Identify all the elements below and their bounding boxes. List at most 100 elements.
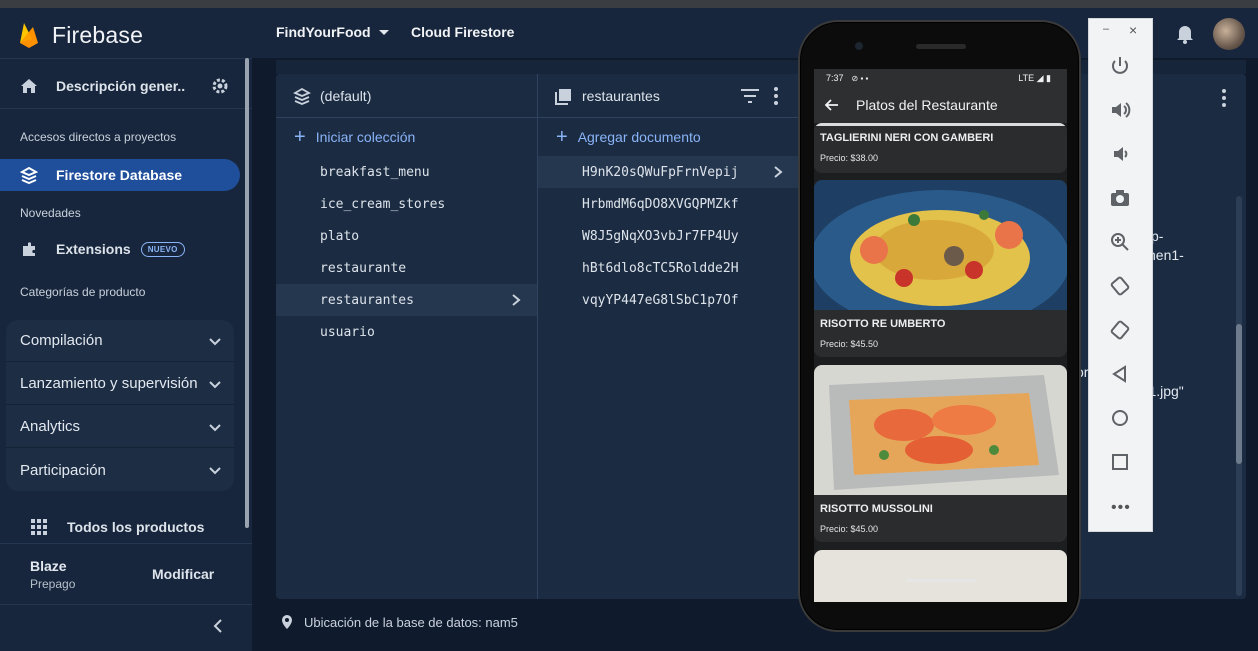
dish-photo [814, 180, 1067, 310]
collection-item-selected[interactable]: restaurantes [276, 284, 537, 316]
arrow-back-icon[interactable] [824, 97, 840, 113]
brand-name: Firebase [52, 21, 144, 48]
dish-name: RISOTTO RE UMBERTO [820, 318, 946, 330]
zoom-icon[interactable] [1109, 231, 1131, 253]
add-document-button[interactable]: + Agregar documento [556, 127, 701, 147]
database-icon [292, 87, 312, 105]
more-vert-icon[interactable] [1220, 88, 1228, 108]
document-item[interactable]: vqyYP447eG8lSbC1p7Of [538, 284, 799, 316]
sidebar-item-firestore[interactable]: Firestore Database [0, 159, 240, 191]
dish-image-edge [814, 123, 1067, 126]
dish-card[interactable]: RISOTTO MUSSOLINI Precio: $45.00 [814, 365, 1067, 542]
main-scrollbar[interactable] [1236, 196, 1242, 596]
more-options-button[interactable]: ••• [1111, 499, 1131, 517]
group-release[interactable]: Lanzamiento y supervisión [6, 363, 234, 405]
sidebar-scrollbar[interactable] [245, 58, 249, 528]
dish-price: Precio: $45.50 [820, 339, 879, 349]
filter-icon[interactable] [740, 88, 760, 104]
overview-square-icon[interactable] [1109, 451, 1131, 473]
database-location: Ubicación de la base de datos: nam5 [280, 614, 518, 630]
home-icon [21, 79, 37, 93]
dish-price: Precio: $38.00 [820, 153, 879, 163]
power-icon[interactable] [1109, 55, 1131, 77]
group-label: Participación [20, 461, 106, 479]
breadcrumb: Cloud Firestore [411, 24, 515, 40]
firebase-logo-icon [20, 23, 38, 48]
status-bar: 7:37 ⊘ ▪ ▪ LTE ◢ ▮ [814, 69, 1067, 87]
dish-name: TAGLIERINI NERI CON GAMBERI [820, 132, 994, 144]
project-selector[interactable]: FindYourFood [276, 24, 389, 40]
status-icons: ⊘ ▪ ▪ [851, 73, 869, 83]
start-collection-button[interactable]: + Iniciar colección [294, 127, 415, 147]
plan-info: Blaze Prepago [30, 558, 75, 591]
collection-item[interactable]: plato [276, 220, 537, 252]
field-value-partial: nen1- [1148, 247, 1184, 263]
dish-card[interactable]: TAGLIERINI NERI CON GAMBERI Precio: $38.… [814, 123, 1067, 173]
plan-name: Blaze [30, 558, 67, 574]
avatar[interactable] [1213, 18, 1245, 50]
collection-item[interactable]: ice_cream_stores [276, 188, 537, 220]
plan-type: Prepago [30, 577, 76, 591]
minimize-button[interactable]: – [1103, 23, 1109, 35]
location-pin-icon [282, 615, 292, 629]
home-circle-icon[interactable] [1109, 407, 1131, 429]
all-products[interactable]: Todos los productos [30, 518, 204, 536]
chevron-left-icon[interactable] [210, 618, 226, 634]
root-column: (default) + Iniciar colección breakfast_… [276, 74, 538, 599]
section-shortcuts: Accesos directos a proyectos [20, 130, 177, 144]
brand[interactable]: Firebase [18, 20, 143, 50]
group-build[interactable]: Compilación [6, 320, 234, 362]
group-label: Compilación [20, 332, 103, 349]
document-item[interactable]: hBt6dlo8cTC5Roldde2H [538, 252, 799, 284]
gesture-bar[interactable] [906, 579, 976, 582]
more-vert-icon[interactable] [772, 86, 780, 106]
status-time: 7:37 [826, 73, 844, 83]
modify-plan-button[interactable]: Modificar [152, 566, 214, 582]
collection-item[interactable]: restaurante [276, 252, 537, 284]
database-location-text: Ubicación de la base de datos: nam5 [304, 614, 518, 630]
gear-icon[interactable] [210, 76, 230, 96]
chevron-right-icon [512, 294, 521, 306]
emulator-toolbar: – × ••• [1088, 18, 1153, 532]
document-item[interactable]: W8J5gNqXO3vbJr7FP4Uy [538, 220, 799, 252]
app-title: Platos del Restaurante [856, 97, 998, 113]
group-analytics[interactable]: Analytics [6, 406, 234, 448]
chevron-right-icon [774, 166, 783, 178]
sidebar-item-label: Extensions [56, 241, 131, 257]
speaker-grille [916, 44, 966, 49]
android-emulator-device: 7:37 ⊘ ▪ ▪ LTE ◢ ▮ Platos del Restaurant… [798, 20, 1081, 632]
dish-photo [814, 365, 1067, 495]
phone-screen: 7:37 ⊘ ▪ ▪ LTE ◢ ▮ Platos del Restaurant… [814, 69, 1067, 602]
back-triangle-icon[interactable] [1109, 363, 1131, 385]
window-top-strip [0, 0, 1258, 8]
root-label: (default) [320, 87, 372, 104]
document-item-selected[interactable]: H9nK20sQWuFpFrnVepij [538, 156, 799, 188]
divider [0, 58, 252, 59]
collection-item[interactable]: breakfast_menu [276, 156, 537, 188]
divider [0, 543, 252, 544]
sidebar-item-extensions[interactable]: Extensions NUEVO [20, 240, 185, 258]
group-engage[interactable]: Participación [6, 449, 234, 491]
group-label: Lanzamiento y supervisión [20, 375, 198, 392]
bell-icon[interactable] [1174, 22, 1196, 44]
section-news: Novedades [20, 206, 81, 220]
collection-item[interactable]: usuario [276, 316, 537, 348]
dish-name: RISOTTO MUSSOLINI [820, 503, 933, 515]
volume-down-icon[interactable] [1109, 143, 1131, 165]
camera-icon[interactable] [1109, 187, 1131, 209]
document-item[interactable]: HrbmdM6qDO8XVGQPMZkf [538, 188, 799, 220]
volume-up-icon[interactable] [1109, 99, 1131, 121]
product-categories: Compilación Lanzamiento y supervisión An… [6, 320, 234, 491]
close-button[interactable]: × [1129, 22, 1137, 38]
rotate-right-icon[interactable] [1109, 319, 1131, 341]
divider [0, 604, 252, 605]
project-overview[interactable]: Descripción gener... [20, 74, 230, 98]
app-bar: Platos del Restaurante [814, 87, 1067, 123]
project-overview-label: Descripción gener... [56, 78, 186, 94]
extensions-icon [23, 242, 35, 256]
dish-card[interactable] [814, 550, 1067, 602]
dish-price: Precio: $45.00 [820, 524, 879, 534]
all-products-label: Todos los productos [67, 519, 205, 535]
dish-card[interactable]: RISOTTO RE UMBERTO Precio: $45.50 [814, 180, 1067, 357]
rotate-left-icon[interactable] [1109, 275, 1131, 297]
